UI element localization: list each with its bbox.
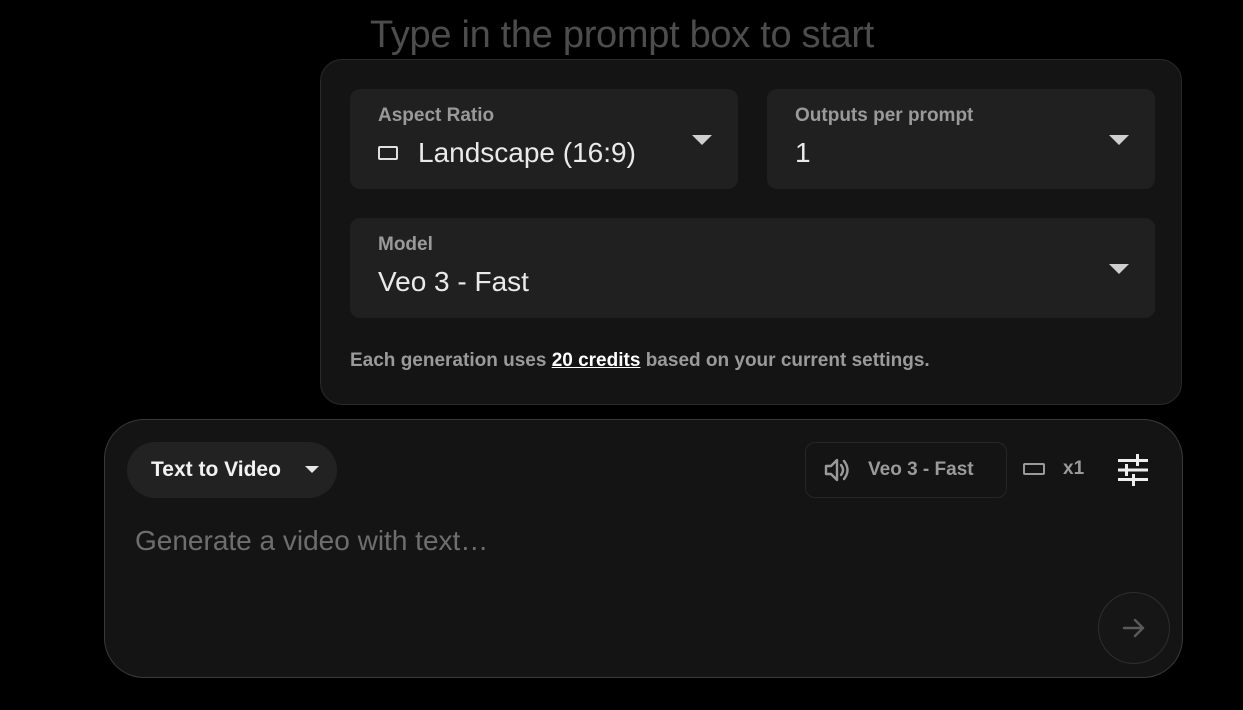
credits-note: Each generation uses 20 credits based on… (350, 350, 930, 372)
aspect-ratio-value: Landscape (16:9) (418, 137, 636, 168)
prompt-input[interactable] (133, 520, 1077, 562)
credits-note-suffix: based on your current settings. (640, 350, 930, 371)
chevron-down-icon (1109, 135, 1129, 145)
mode-label: Text to Video (151, 458, 281, 481)
outputs-value: 1 (795, 137, 811, 168)
send-button[interactable] (1098, 592, 1170, 664)
aspect-ratio-value-row: Landscape (16:9) (378, 137, 636, 169)
aspect-ratio-select[interactable]: Aspect Ratio Landscape (16:9) (350, 89, 738, 189)
page: Type in the prompt box to start Aspect R… (0, 0, 1243, 710)
aspect-ratio-label: Aspect Ratio (378, 105, 495, 126)
model-chip-label: Veo 3 - Fast (868, 459, 974, 480)
output-count: x1 (1063, 458, 1085, 479)
outputs-label: Outputs per prompt (795, 105, 974, 126)
caret-down-icon (305, 466, 319, 473)
model-label: Model (378, 234, 433, 255)
model-chip-button[interactable]: Veo 3 - Fast (805, 442, 1007, 498)
arrow-right-icon (1122, 618, 1145, 638)
ratio-count-chip[interactable]: x1 (1023, 456, 1084, 482)
page-headline: Type in the prompt box to start (370, 14, 874, 56)
prompt-box: Text to Video Veo 3 - Fast x1 (104, 419, 1183, 678)
model-value: Veo 3 - Fast (378, 266, 529, 297)
mode-select-button[interactable]: Text to Video (127, 442, 337, 498)
credits-note-prefix: Each generation uses (350, 350, 552, 371)
chevron-down-icon (692, 135, 712, 145)
tune-icon (1118, 454, 1148, 486)
volume-icon (824, 458, 849, 482)
model-select[interactable]: Model Veo 3 - Fast (350, 218, 1155, 318)
credits-link[interactable]: 20 credits (552, 350, 641, 371)
settings-tune-button[interactable] (1115, 452, 1151, 488)
outputs-per-prompt-select[interactable]: Outputs per prompt 1 (767, 89, 1155, 189)
landscape-ratio-icon (378, 146, 398, 160)
chevron-down-icon (1109, 264, 1129, 274)
settings-panel: Aspect Ratio Landscape (16:9) Outputs pe… (320, 59, 1182, 405)
landscape-ratio-icon (1023, 463, 1045, 475)
